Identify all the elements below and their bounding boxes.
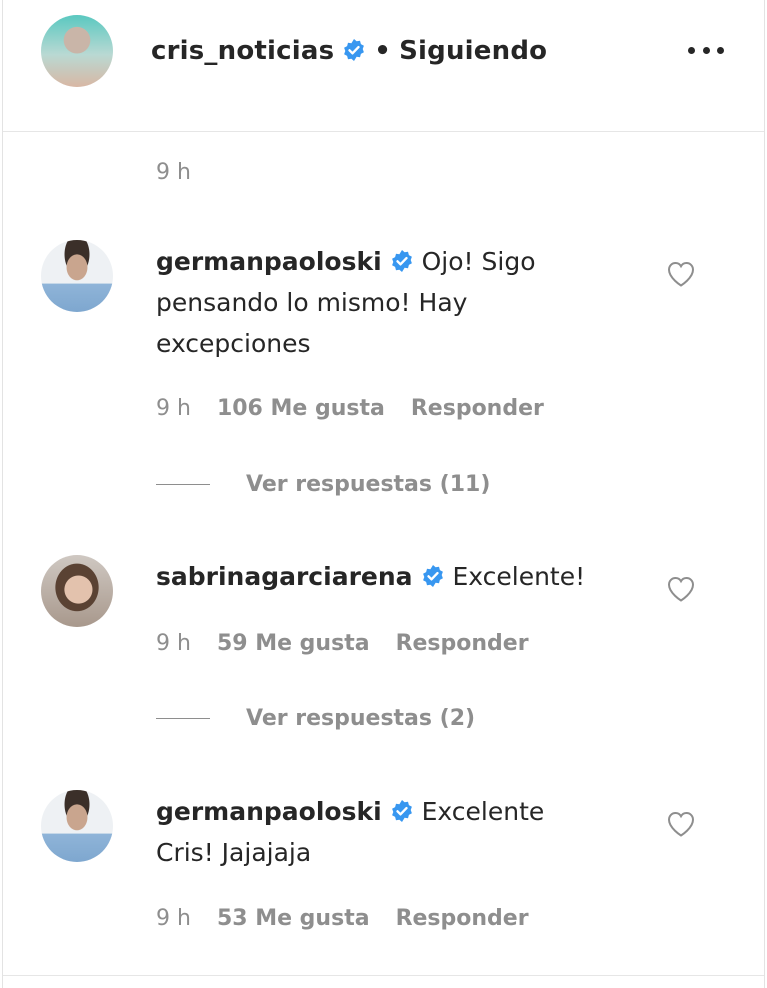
post-timestamp: 9 h xyxy=(156,160,191,185)
comment-username[interactable]: germanpaoloski xyxy=(156,247,382,276)
verified-badge-icon xyxy=(422,565,443,587)
following-button[interactable]: Siguiendo xyxy=(399,36,547,66)
heart-icon[interactable] xyxy=(666,575,696,603)
verified-badge-icon xyxy=(391,250,412,272)
comment-likes[interactable]: 53 Me gusta xyxy=(217,906,370,931)
more-options-icon[interactable] xyxy=(688,44,724,56)
comment-body: sabrinagarciarena Excelente! xyxy=(156,556,601,597)
verified-badge-icon xyxy=(391,800,412,822)
post-frame: cris_noticias • Siguiendo 9 h germanpaolos… xyxy=(2,0,765,988)
comment-meta: 9 h 106 Me gusta Responder xyxy=(156,396,544,421)
comment-username[interactable]: sabrinagarciarena xyxy=(156,562,413,591)
comment-username[interactable]: germanpaoloski xyxy=(156,797,382,826)
verified-badge-icon xyxy=(344,38,365,61)
comment-time[interactable]: 9 h xyxy=(156,631,191,656)
commenter-avatar[interactable] xyxy=(41,555,113,627)
view-replies-button[interactable]: Ver respuestas (11) xyxy=(156,472,490,497)
comment-meta: 9 h 59 Me gusta Responder xyxy=(156,631,529,656)
reply-button[interactable]: Responder xyxy=(396,906,529,931)
reply-button[interactable]: Responder xyxy=(396,631,529,656)
owner-avatar[interactable] xyxy=(41,15,113,87)
post-header: cris_noticias • Siguiendo xyxy=(3,0,764,132)
comment-meta: 9 h 53 Me gusta Responder xyxy=(156,906,529,931)
comment-likes[interactable]: 106 Me gusta xyxy=(217,396,385,421)
comment-body: germanpaoloski Excelente Cris! Jajajaja xyxy=(156,791,601,873)
comment-body: germanpaoloski Ojo! Sigo pensando lo mis… xyxy=(156,241,601,364)
heart-icon[interactable] xyxy=(666,810,696,838)
replies-divider-line xyxy=(156,718,210,719)
separator-dot: • xyxy=(374,36,392,66)
comment-likes[interactable]: 59 Me gusta xyxy=(217,631,370,656)
owner-username[interactable]: cris_noticias xyxy=(151,36,334,66)
reply-button[interactable]: Responder xyxy=(411,396,544,421)
commenter-avatar[interactable] xyxy=(41,790,113,862)
comment-time[interactable]: 9 h xyxy=(156,906,191,931)
comment-time[interactable]: 9 h xyxy=(156,396,191,421)
view-replies-label: Ver respuestas (11) xyxy=(246,472,491,497)
view-replies-button[interactable]: Ver respuestas (2) xyxy=(156,706,475,731)
commenter-avatar[interactable] xyxy=(41,240,113,312)
heart-icon[interactable] xyxy=(666,260,696,288)
bottom-divider xyxy=(3,975,764,976)
view-replies-label: Ver respuestas (2) xyxy=(246,706,476,731)
replies-divider-line xyxy=(156,484,210,485)
owner-line: cris_noticias • Siguiendo xyxy=(151,36,547,66)
comment-text: Excelente! xyxy=(452,562,586,591)
